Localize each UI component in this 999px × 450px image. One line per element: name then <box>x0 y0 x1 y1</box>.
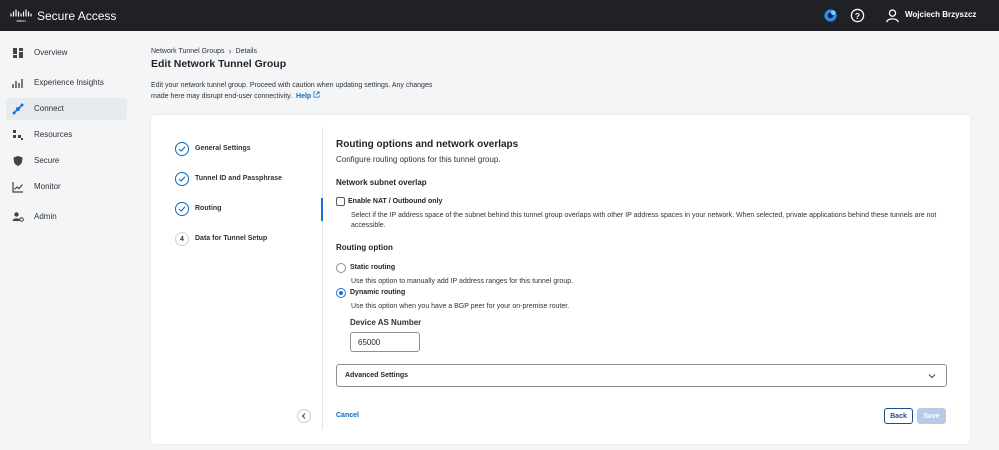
svg-text:cisco: cisco <box>16 18 26 23</box>
static-routing-radio[interactable] <box>336 263 346 273</box>
page-description-text: Edit your network tunnel group. Proceed … <box>151 82 433 100</box>
external-link-icon <box>313 91 320 98</box>
static-routing-label[interactable]: Static routing <box>350 264 395 271</box>
resources-icon <box>13 130 23 140</box>
nat-checkbox[interactable] <box>336 197 345 206</box>
chevron-left-icon <box>301 413 306 419</box>
back-button[interactable]: Back <box>884 408 913 424</box>
section-subtitle: Configure routing options for this tunne… <box>336 155 501 164</box>
cancel-button[interactable]: Cancel <box>336 412 359 419</box>
admin-icon <box>12 212 24 222</box>
as-number-input[interactable]: 65000 <box>350 332 420 352</box>
app-title: Secure Access <box>37 9 117 23</box>
user-avatar-icon[interactable] <box>885 8 900 23</box>
sidebar-item-connect[interactable]: Connect <box>6 98 127 120</box>
assistant-icon[interactable] <box>823 8 838 23</box>
advanced-settings-label: Advanced Settings <box>345 372 409 379</box>
chart-icon <box>12 182 23 193</box>
breadcrumb-parent-link[interactable]: Network Tunnel Groups <box>151 48 225 55</box>
static-routing-help: Use this option to manually add IP addre… <box>351 278 574 285</box>
advanced-settings-accordion[interactable]: Advanced Settings <box>336 364 947 387</box>
steps-divider <box>322 127 323 430</box>
step-label: Routing <box>195 205 222 212</box>
help-icon[interactable]: ? <box>850 8 865 23</box>
step-number: 4 <box>175 232 189 246</box>
page-description: Edit your network tunnel group. Proceed … <box>151 80 451 102</box>
sidebar: Overview Experience Insights Connect Res… <box>0 31 134 450</box>
sidebar-item-secure[interactable]: Secure <box>6 150 127 172</box>
page-title: Edit Network Tunnel Group <box>151 58 287 70</box>
cisco-logo: cisco <box>10 9 32 23</box>
active-step-indicator <box>321 198 323 221</box>
dynamic-routing-help: Use this option when you have a BGP peer… <box>351 303 570 310</box>
step-label: General Settings <box>195 145 251 152</box>
nat-help-text: Select if the IP address space of the su… <box>351 212 937 229</box>
chevron-down-icon <box>928 374 936 379</box>
checkmark-icon <box>175 172 189 186</box>
as-number-label: Device AS Number <box>350 318 422 327</box>
sidebar-item-experience-insights[interactable]: Experience Insights <box>6 72 127 94</box>
checkmark-icon <box>175 202 189 216</box>
sidebar-item-admin[interactable]: Admin <box>6 206 127 228</box>
dashboard-icon <box>13 48 23 58</box>
chevron-right-icon: › <box>228 46 232 56</box>
top-bar: cisco Secure Access ? Wojciech Brzyszcz <box>0 0 999 31</box>
sidebar-item-label: Secure <box>34 156 60 165</box>
step-label: Data for Tunnel Setup <box>195 235 268 242</box>
step-label: Tunnel ID and Passphrase <box>195 175 283 182</box>
section-title: Routing options and network overlaps <box>336 139 519 150</box>
sidebar-item-overview[interactable]: Overview <box>6 42 127 64</box>
sidebar-item-label: Admin <box>34 212 57 221</box>
help-link[interactable]: Help <box>294 91 320 100</box>
sidebar-item-label: Connect <box>34 104 64 113</box>
svg-text:?: ? <box>855 11 860 21</box>
dynamic-routing-radio[interactable] <box>336 288 346 298</box>
breadcrumb: Network Tunnel Groups › Details <box>151 46 257 56</box>
sidebar-item-label: Resources <box>34 130 73 139</box>
sidebar-item-label: Experience Insights <box>34 78 104 87</box>
sidebar-item-label: Monitor <box>34 182 61 191</box>
collapse-steps-button[interactable] <box>297 409 311 423</box>
user-name[interactable]: Wojciech Brzyszcz <box>905 10 976 19</box>
shield-icon <box>13 156 23 166</box>
routing-heading: Routing option <box>336 243 393 252</box>
nat-checkbox-label[interactable]: Enable NAT / Outbound only <box>348 198 442 205</box>
checkmark-icon <box>175 142 189 156</box>
sidebar-item-monitor[interactable]: Monitor <box>6 176 127 198</box>
breadcrumb-current: Details <box>235 47 257 55</box>
connect-icon <box>12 103 24 115</box>
dynamic-routing-label[interactable]: Dynamic routing <box>350 289 405 296</box>
save-button[interactable]: Save <box>917 408 946 424</box>
overlap-heading: Network subnet overlap <box>336 178 427 187</box>
insights-icon <box>12 79 23 88</box>
sidebar-item-label: Overview <box>34 48 68 57</box>
help-link-label[interactable]: Help <box>296 93 311 100</box>
sidebar-item-resources[interactable]: Resources <box>6 124 127 146</box>
